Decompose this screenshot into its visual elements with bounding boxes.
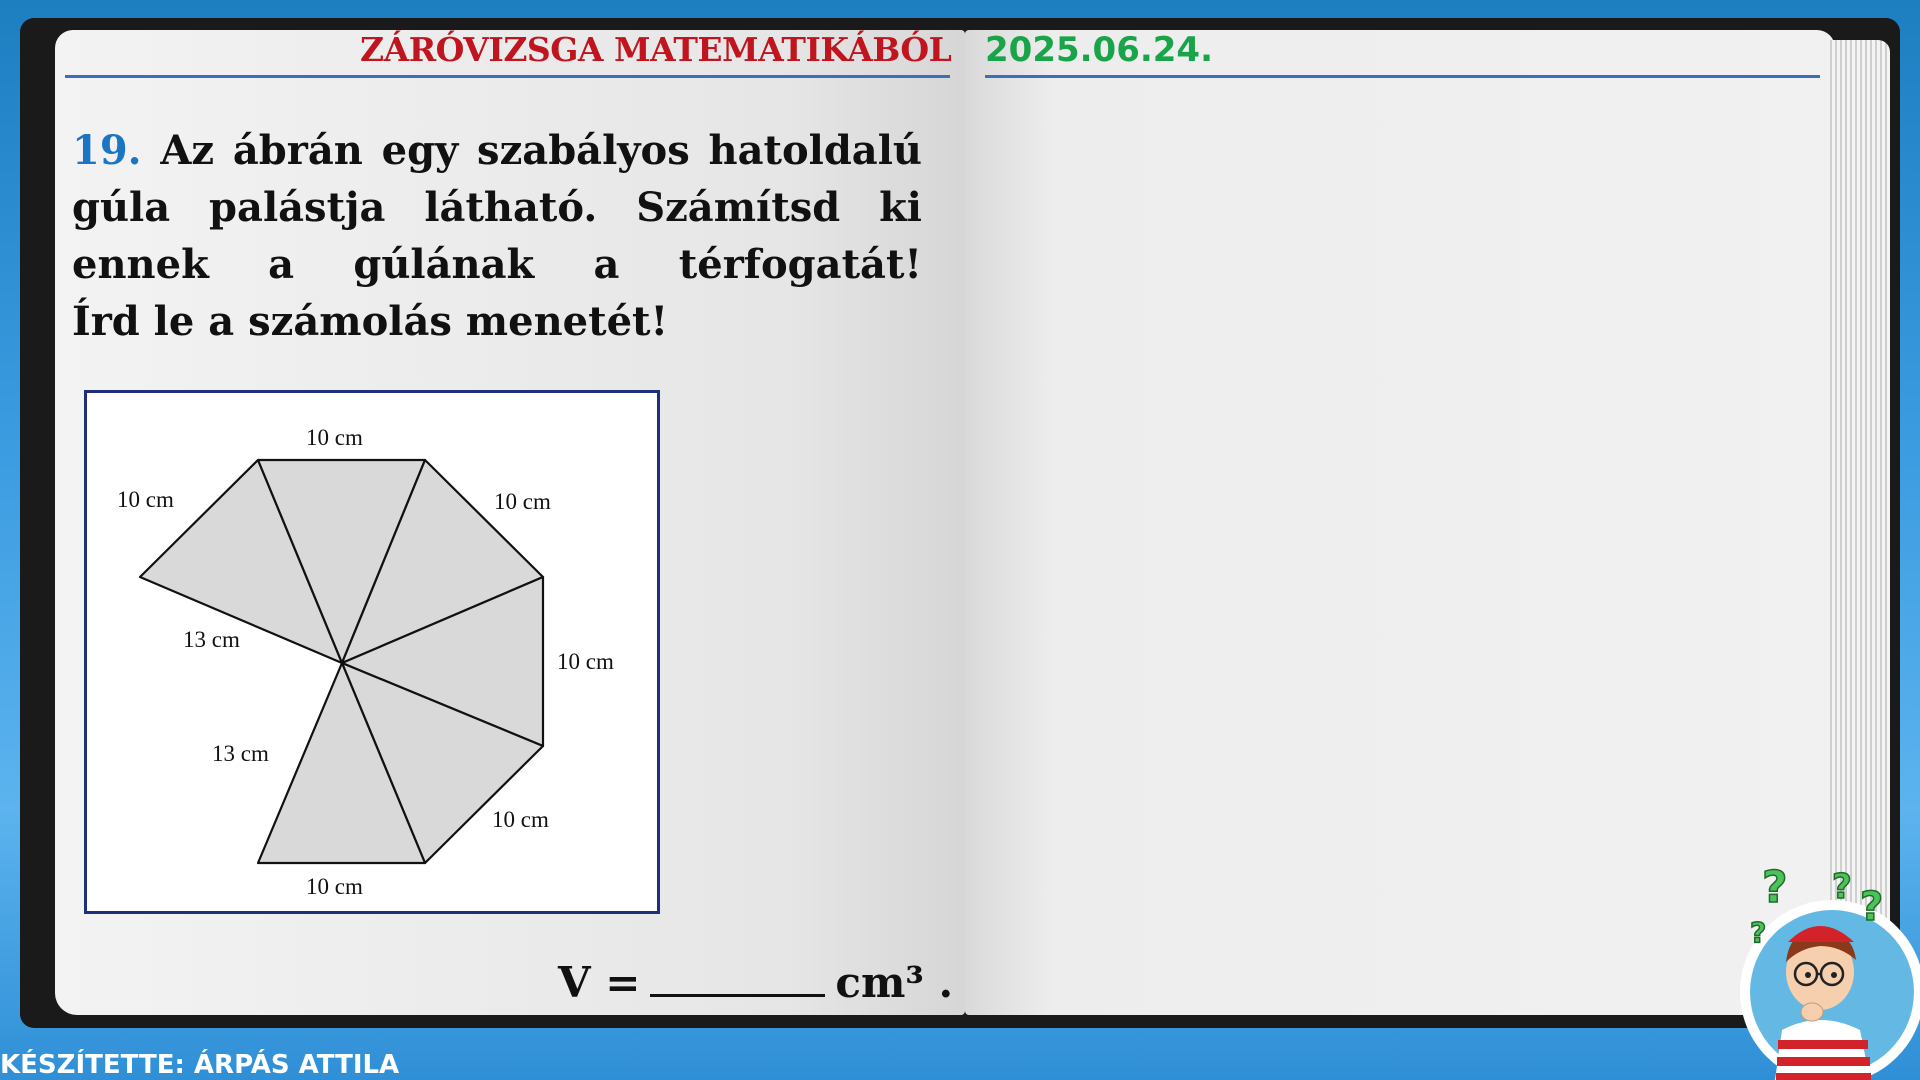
question-number: 19.: [72, 127, 142, 174]
answer-prefix: V =: [558, 958, 641, 1007]
svg-text:?: ?: [1832, 867, 1852, 907]
label-bottom: 10 cm: [306, 874, 363, 899]
label-top: 10 cm: [306, 425, 363, 450]
label-lower-right: 10 cm: [492, 807, 549, 832]
label-upper-right: 10 cm: [494, 489, 551, 514]
right-page: [965, 30, 1835, 1015]
label-slant-lower: 13 cm: [212, 741, 269, 766]
question-text: 19. Az ábrán egy szabályos hatoldalú gúl…: [72, 122, 922, 293]
svg-text:?: ?: [1750, 916, 1766, 949]
author-credit: KÉSZÍTETTE: ÁRPÁS ATTILA: [0, 1050, 400, 1080]
label-upper-left: 10 cm: [117, 487, 174, 512]
title-underline: [65, 75, 950, 78]
instruction-text: Írd le a számolás menetét!: [72, 298, 669, 345]
date-underline: [985, 75, 1820, 78]
pyramid-net-figure: 10 cm 10 cm 10 cm 10 cm 10 cm 10 cm 13 c…: [84, 390, 660, 914]
question-body: Az ábrán egy szabályos hatoldalú gúla pa…: [72, 127, 923, 288]
answer-blank[interactable]: [650, 960, 826, 997]
exam-title: ZÁRÓVIZSGA MATEMATIKÁBÓL: [360, 30, 952, 69]
label-right: 10 cm: [557, 649, 614, 674]
answer-line: V = cm³ .: [558, 958, 953, 1007]
exam-date: 2025.06.24.: [985, 30, 1214, 70]
answer-unit: cm³ .: [835, 958, 954, 1007]
label-slant-upper: 13 cm: [183, 627, 240, 652]
pyramid-net-svg: 10 cm 10 cm 10 cm 10 cm 10 cm 10 cm 13 c…: [117, 425, 614, 899]
svg-text:?: ?: [1860, 884, 1883, 930]
thinking-boy-mascot: ? ? ? ?: [1740, 861, 1920, 1080]
svg-text:?: ?: [1762, 862, 1788, 913]
